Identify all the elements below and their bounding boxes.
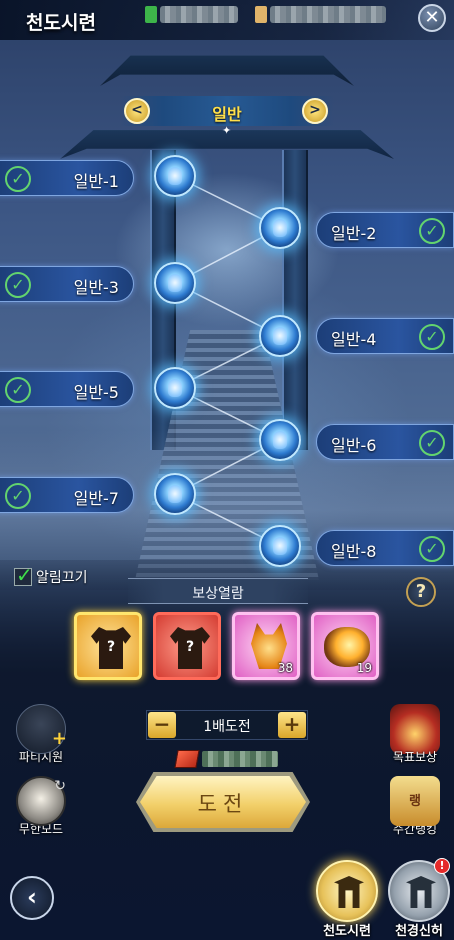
ticket-icon [174, 750, 200, 768]
challenge-button-label: 도전 [197, 792, 249, 816]
reward-preview-title: 보상열람 [192, 586, 244, 602]
weekly-ranking-button[interactable]: 랭 주간랭킹 [374, 776, 454, 837]
gate-icon [334, 876, 364, 908]
stage-label: 일반-8 [331, 542, 377, 561]
infinite-mode-button[interactable]: ↻ 무한모드 [0, 776, 82, 837]
cleared-check-icon: ✓ [419, 324, 445, 350]
stage-label: 일반-3 [73, 278, 119, 297]
stage-button-6[interactable]: 일반-6 ✓ [316, 424, 454, 460]
stage-node-1[interactable] [154, 155, 196, 197]
ranking-pavilion-icon: 랭 [390, 776, 440, 826]
tab-heaven-realm[interactable]: ! 천경신허 [388, 858, 450, 939]
help-button[interactable]: ? [406, 577, 436, 607]
reward-preview-header: 보상열람 [128, 578, 308, 604]
item-count: 19 [356, 661, 372, 675]
infinite-mode-icon: ↻ [16, 776, 66, 826]
challenge-cost [174, 748, 278, 770]
challenge-multiplier-stepper: − 1배도전 + [146, 710, 308, 740]
tab-label: 천도시련 [323, 924, 371, 939]
item-count: 38 [277, 661, 293, 675]
cleared-check-icon: ✓ [419, 536, 445, 562]
goal-reward-button[interactable]: 목표보상 [374, 704, 454, 765]
stage-button-7[interactable]: ✓ 일반-7 [0, 477, 134, 513]
increase-button[interactable]: + [278, 712, 306, 738]
tab-label: 천경신허 [395, 924, 443, 939]
cleared-check-icon: ✓ [5, 272, 31, 298]
armor-mystery-icon: ? [91, 627, 131, 669]
stage-label: 일반-4 [331, 330, 377, 349]
cleared-check-icon: ✓ [5, 377, 31, 403]
stage-label: 일반-6 [331, 436, 377, 455]
stage-label: 일반-2 [331, 224, 377, 243]
goal-reward-label: 목표보상 [392, 750, 438, 764]
stage-button-2[interactable]: 일반-2 ✓ [316, 212, 454, 248]
stage-node-8[interactable] [259, 525, 301, 567]
stage-button-1[interactable]: ✓ 일반-1 [0, 160, 134, 196]
stage-label: 일반-1 [73, 172, 119, 191]
reward-item[interactable]: 19 [311, 612, 379, 680]
tab-heavenly-trial[interactable]: 천도시련 [316, 860, 378, 939]
cost-amount-obscured [202, 751, 278, 767]
multiplier-value: 1배도전 [203, 719, 251, 735]
armor-mystery-icon: ? [170, 627, 210, 669]
stage-node-6[interactable] [259, 419, 301, 461]
cleared-check-icon: ✓ [5, 166, 31, 192]
cleared-check-icon: ✓ [5, 483, 31, 509]
refresh-icon: ↻ [54, 778, 66, 794]
decrease-button[interactable]: − [148, 712, 176, 738]
reward-item[interactable]: 38 [232, 612, 300, 680]
party-support-button[interactable]: + 파티지원 [0, 704, 82, 765]
stage-node-3[interactable] [154, 262, 196, 304]
cleared-check-icon: ✓ [419, 430, 445, 456]
cleared-check-icon: ✓ [419, 218, 445, 244]
treasure-chest-icon [390, 704, 440, 754]
mystery-mark: ? [185, 639, 195, 655]
notification-checkbox[interactable]: ✓ [14, 563, 33, 587]
notification-toggle[interactable]: ✓ 알림끄기 [14, 563, 88, 588]
reward-item[interactable]: ? [153, 612, 221, 680]
mystery-mark: ? [106, 639, 116, 655]
challenge-button[interactable]: 도전 [140, 776, 306, 828]
party-support-icon: + [16, 704, 67, 754]
plus-icon: + [51, 728, 67, 749]
stage-node-2[interactable] [259, 207, 301, 249]
stage-node-7[interactable] [154, 473, 196, 515]
stage-node-5[interactable] [154, 367, 196, 409]
notification-label: 알림끄기 [36, 570, 88, 586]
stage-button-4[interactable]: 일반-4 ✓ [316, 318, 454, 354]
palace-icon [406, 876, 436, 908]
checkmark-icon: ✓ [16, 563, 33, 587]
alert-badge: ! [434, 858, 450, 874]
stage-button-3[interactable]: ✓ 일반-3 [0, 266, 134, 302]
stage-node-4[interactable] [259, 315, 301, 357]
reward-item[interactable]: ? [74, 612, 142, 680]
ranking-icon-text: 랭 [409, 794, 421, 809]
stage-button-8[interactable]: 일반-8 ✓ [316, 530, 454, 566]
stage-label: 일반-5 [73, 383, 119, 402]
back-button[interactable]: ‹ [10, 876, 54, 920]
stage-button-5[interactable]: ✓ 일반-5 [0, 371, 134, 407]
stage-label: 일반-7 [73, 489, 119, 508]
